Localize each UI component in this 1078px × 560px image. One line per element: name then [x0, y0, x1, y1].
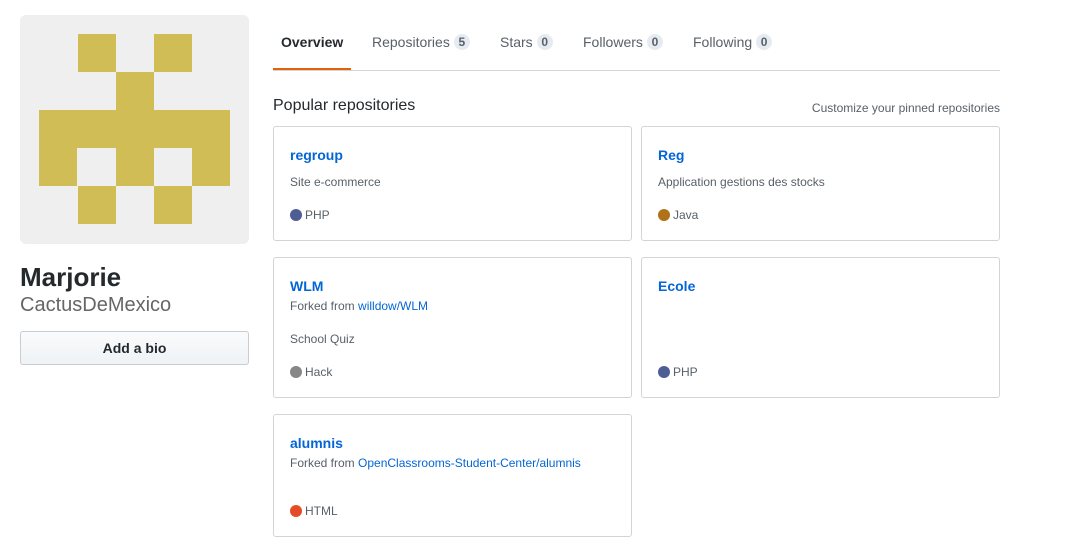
repo-description: Site e-commerce: [290, 175, 381, 189]
tab-label: Repositories: [372, 34, 450, 50]
forked-from-line: Forked from OpenClassrooms-Student-Cente…: [290, 455, 581, 471]
repo-language: PHP: [290, 207, 330, 223]
profile-username: CactusDeMexico: [20, 294, 172, 316]
tab-repositories[interactable]: Repositories 5: [372, 15, 470, 70]
stars-count-badge: 0: [536, 34, 553, 50]
language-color-dot: [658, 366, 670, 378]
identicon-icon: [39, 34, 230, 224]
tab-label: Overview: [281, 34, 344, 50]
tab-stars[interactable]: Stars 0: [500, 15, 553, 70]
repo-language-label: Java: [673, 208, 699, 222]
repo-name-link[interactable]: alumnis: [290, 434, 343, 452]
forked-from-link[interactable]: OpenClassrooms-Student-Center/alumnis: [358, 456, 581, 470]
forked-from-link[interactable]: willdow/WLM: [358, 299, 428, 313]
repo-language-label: Hack: [305, 365, 333, 379]
repo-name-link[interactable]: Ecole: [658, 277, 695, 295]
tab-overview[interactable]: Overview: [273, 15, 352, 70]
repositories-count-badge: 5: [453, 34, 470, 50]
repo-description: School Quiz: [290, 332, 355, 346]
repo-card: alumnis Forked from OpenClassrooms-Stude…: [273, 414, 632, 537]
following-count-badge: 0: [756, 34, 773, 50]
repo-language: Java: [658, 207, 698, 223]
repo-language-label: PHP: [305, 208, 330, 222]
repo-name-link[interactable]: Reg: [658, 146, 684, 164]
forked-from-prefix: Forked from: [290, 299, 355, 313]
tab-following[interactable]: Following 0: [693, 15, 773, 70]
forked-from-prefix: Forked from: [290, 456, 355, 470]
repo-language-label: PHP: [673, 365, 698, 379]
profile-tabs: Overview Repositories 5 Stars 0 Followers 0…: [273, 15, 1000, 71]
repo-name-link[interactable]: regroup: [290, 146, 343, 164]
language-color-dot: [290, 366, 302, 378]
repo-language: Hack: [290, 364, 332, 380]
repo-card: regroup Site e-commerce PHP: [273, 126, 632, 241]
tab-followers[interactable]: Followers 0: [583, 15, 663, 70]
avatar[interactable]: [20, 15, 249, 244]
repo-card: Ecole PHP: [641, 257, 1000, 398]
forked-from-line: Forked from willdow/WLM: [290, 298, 428, 314]
tab-label: Followers: [583, 34, 643, 50]
followers-count-badge: 0: [646, 34, 663, 50]
repo-language: HTML: [290, 503, 338, 519]
repo-language-label: HTML: [305, 504, 338, 518]
repo-description: Application gestions des stocks: [658, 175, 825, 189]
profile-display-name: Marjorie: [20, 262, 122, 292]
tab-label: Stars: [500, 34, 533, 50]
repo-language: PHP: [658, 364, 698, 380]
repo-name-link[interactable]: WLM: [290, 277, 323, 295]
language-color-dot: [290, 505, 302, 517]
tab-label: Following: [693, 34, 753, 50]
customize-pinned-link[interactable]: Customize your pinned repositories: [812, 100, 1000, 116]
popular-repositories-heading: Popular repositories: [273, 97, 416, 114]
language-color-dot: [658, 209, 670, 221]
language-color-dot: [290, 209, 302, 221]
repo-card: WLM Forked from willdow/WLM School Quiz …: [273, 257, 632, 398]
profile-page: Marjorie CactusDeMexico Add a bio Overvi…: [0, 0, 1078, 560]
repo-card: Reg Application gestions des stocks Java: [641, 126, 1000, 241]
add-bio-button[interactable]: Add a bio: [20, 331, 249, 365]
